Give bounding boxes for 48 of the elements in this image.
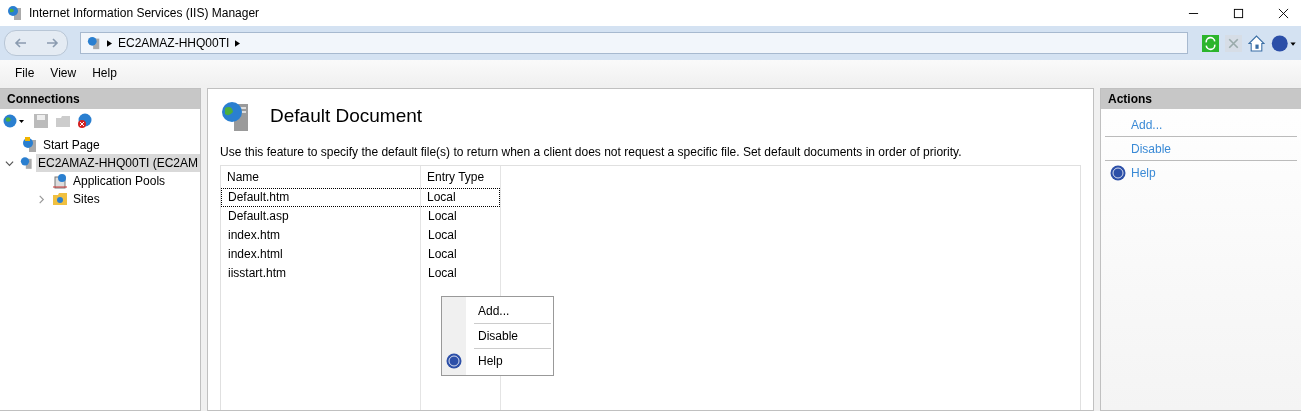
table-cell: Local <box>421 188 500 207</box>
collapse-chevron-icon[interactable] <box>5 158 15 168</box>
table-cell-text: Local <box>427 208 458 225</box>
column-header[interactable]: Name <box>221 166 420 188</box>
action-link[interactable]: Add... <box>1131 117 1163 132</box>
menu-item[interactable]: Disable <box>466 329 519 343</box>
home-icon[interactable] <box>1248 34 1265 52</box>
tree-item[interactable]: Application Pools <box>71 172 168 190</box>
start-page-icon <box>22 137 38 153</box>
tree-item[interactable]: Sites <box>71 190 102 208</box>
server-globe-icon <box>87 36 101 50</box>
table-cell-text: Local <box>427 265 458 282</box>
menu-item[interactable]: File <box>7 66 43 80</box>
table-cell[interactable]: Default.htm <box>221 188 420 207</box>
table-cell-text: Local <box>427 246 458 263</box>
panel-header: Actions <box>1101 89 1301 109</box>
expand-chevron-icon[interactable] <box>36 194 46 204</box>
sites-folder-icon <box>52 191 68 207</box>
address-field[interactable]: EC2AMAZ-HHQ00TI <box>80 32 1188 54</box>
server-globe-icon <box>7 5 23 21</box>
window-title: Internet Information Services (IIS) Manager <box>29 6 260 20</box>
panel-header: Connections <box>0 89 200 109</box>
application-pools-icon <box>52 173 68 189</box>
action-link[interactable]: Help <box>1131 165 1156 180</box>
feature-description: Use this feature to specify the default file(s) to return when a client does not request a specific file. Set default documents in order of priority. <box>220 145 963 159</box>
table-cell-text: Local <box>427 227 458 244</box>
menu-item[interactable]: Help <box>84 66 125 80</box>
table-cell[interactable]: Default.asp <box>221 207 420 226</box>
server-icon <box>19 155 33 171</box>
table-cell[interactable]: index.html <box>221 245 420 264</box>
table-cell[interactable]: iisstart.htm <box>221 264 420 283</box>
action-link[interactable]: Disable <box>1131 141 1172 156</box>
tree-item[interactable]: EC2AMAZ-HHQ00TI (EC2AM <box>35 154 200 172</box>
menu-item[interactable]: View <box>42 66 85 80</box>
breadcrumb-arrow-icon[interactable] <box>107 39 112 47</box>
menu-item[interactable]: Help <box>466 354 503 368</box>
refresh-icon[interactable] <box>1202 34 1219 52</box>
table-cell[interactable]: index.htm <box>221 226 420 245</box>
breadcrumb-arrow-icon[interactable] <box>235 39 241 47</box>
tree-item[interactable]: Start Page <box>41 136 102 154</box>
menu-item[interactable]: Add... <box>466 304 510 318</box>
maximize-icon[interactable] <box>1233 7 1244 19</box>
feature-title: Default Document <box>270 105 423 127</box>
disconnect-icon[interactable] <box>77 113 93 129</box>
close-icon[interactable] <box>1278 7 1289 19</box>
breadcrumb-item[interactable]: EC2AMAZ-HHQ00TI <box>118 36 230 50</box>
column-header[interactable]: Entry Type <box>421 166 500 188</box>
globe-dropdown-icon[interactable] <box>3 113 27 129</box>
